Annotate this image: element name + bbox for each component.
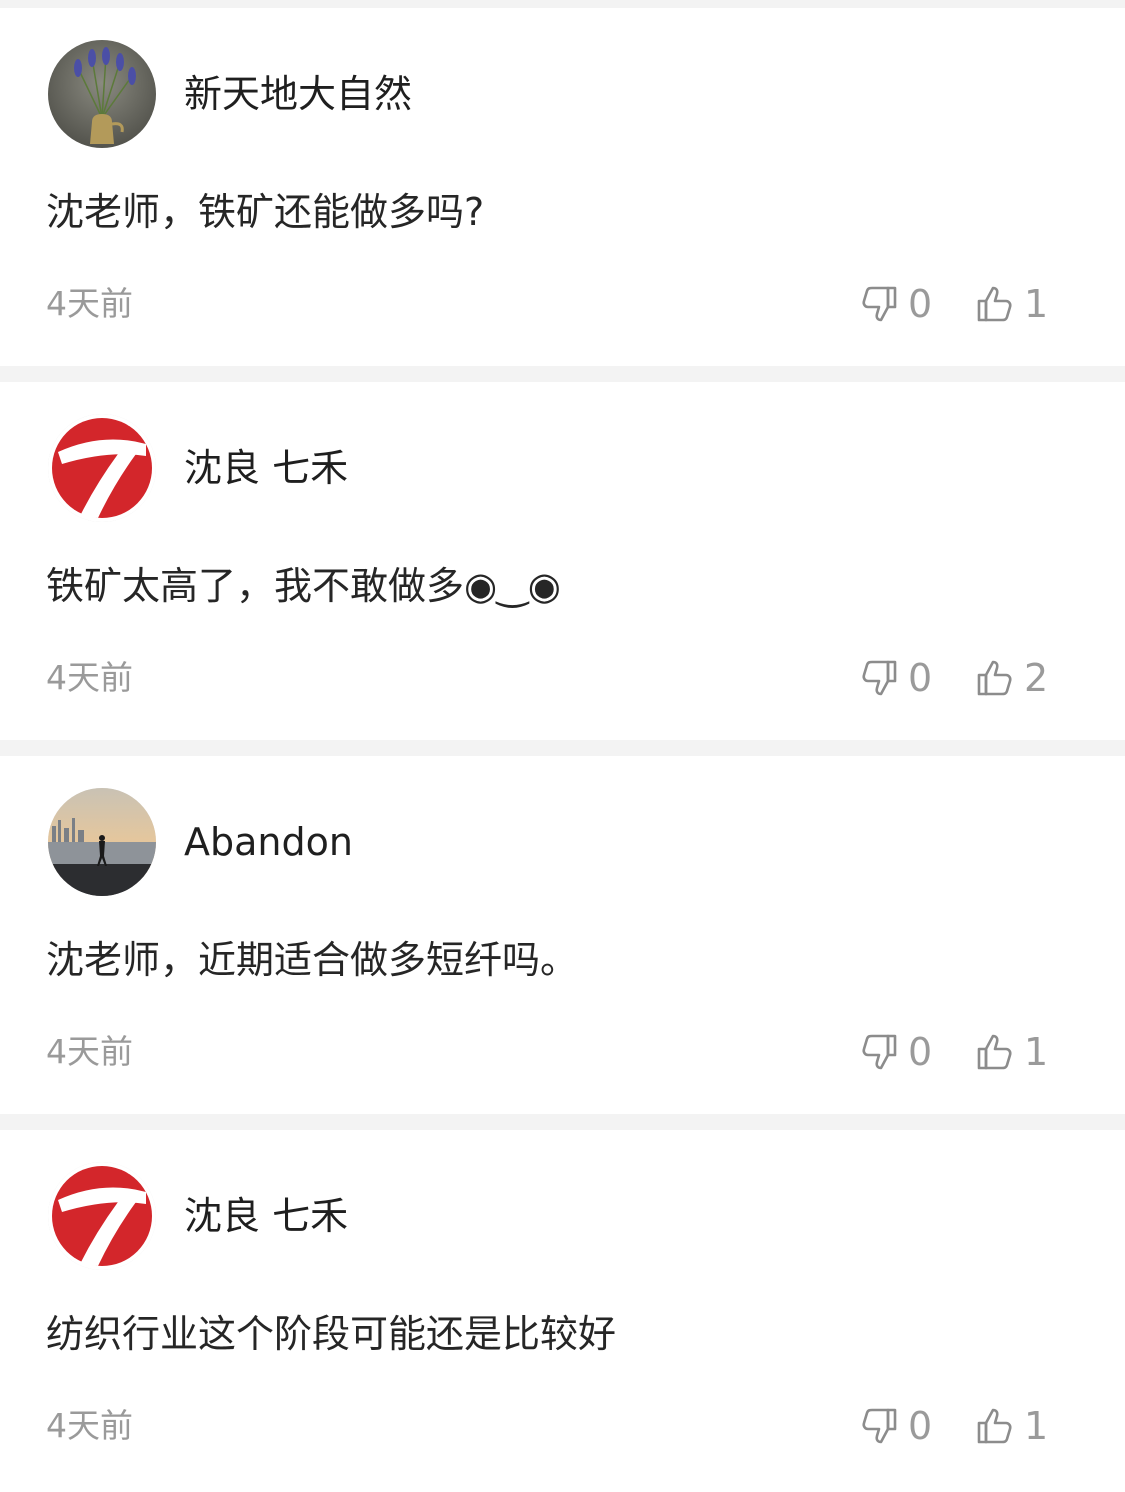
thumbs-up-icon: [974, 657, 1016, 699]
username[interactable]: Abandon: [184, 818, 353, 866]
username[interactable]: 新天地大自然: [184, 70, 412, 118]
comment-text: 沈老师，近期适合做多短纤吗。: [46, 938, 579, 982]
dislike-count: 0: [908, 1404, 933, 1448]
username[interactable]: 沈良 七禾: [184, 444, 348, 492]
avatar[interactable]: [48, 788, 156, 896]
thumbs-up-icon: [974, 1405, 1016, 1447]
avatar[interactable]: [48, 40, 156, 148]
username[interactable]: 沈良 七禾: [184, 1192, 348, 1240]
comment-card: Abandon 沈老师，近期适合做多短纤吗。 4天前 0 1: [0, 756, 1125, 1114]
like-count: 1: [1024, 1404, 1049, 1448]
sunset-silhouette-avatar: [48, 788, 156, 896]
avatar[interactable]: [48, 414, 156, 522]
thumbs-up-icon: [974, 283, 1016, 325]
comment-card: 新天地大自然 沈老师，铁矿还能做多吗? 4天前 0 1: [0, 8, 1125, 366]
like-count: 1: [1024, 282, 1049, 326]
dislike-button[interactable]: 0: [858, 1028, 932, 1076]
like-button[interactable]: 1: [974, 1402, 1048, 1450]
thumbs-down-icon: [858, 657, 900, 699]
dislike-button[interactable]: 0: [858, 1402, 932, 1450]
timestamp: 4天前: [46, 1032, 133, 1071]
timestamp: 4天前: [46, 658, 133, 697]
comment-text: 铁矿太高了，我不敢做多◉‿◉: [46, 564, 561, 608]
timestamp: 4天前: [46, 284, 133, 323]
red-seven-logo-avatar: [48, 414, 156, 522]
like-button[interactable]: 1: [974, 280, 1048, 328]
dislike-count: 0: [908, 656, 933, 700]
like-button[interactable]: 2: [974, 654, 1048, 702]
comment-list: 新天地大自然 沈老师，铁矿还能做多吗? 4天前 0 1 沈良 七禾 铁矿太高了，…: [0, 0, 1125, 1492]
comment-text: 沈老师，铁矿还能做多吗?: [46, 190, 485, 234]
comment-card: 沈良 七禾 铁矿太高了，我不敢做多◉‿◉ 4天前 0 2: [0, 382, 1125, 740]
dislike-button[interactable]: 0: [858, 654, 932, 702]
thumbs-down-icon: [858, 1031, 900, 1073]
dislike-count: 0: [908, 1030, 933, 1074]
like-button[interactable]: 1: [974, 1028, 1048, 1076]
like-count: 1: [1024, 1030, 1049, 1074]
thumbs-up-icon: [974, 1031, 1016, 1073]
comment-text: 纺织行业这个阶段可能还是比较好: [46, 1312, 617, 1356]
timestamp: 4天前: [46, 1406, 133, 1445]
dislike-button[interactable]: 0: [858, 280, 932, 328]
vase-flowers-avatar: [48, 40, 156, 148]
thumbs-down-icon: [858, 1405, 900, 1447]
red-seven-logo-avatar: [48, 1162, 156, 1270]
dislike-count: 0: [908, 282, 933, 326]
avatar[interactable]: [48, 1162, 156, 1270]
like-count: 2: [1024, 656, 1049, 700]
thumbs-down-icon: [858, 283, 900, 325]
comment-card: 沈良 七禾 纺织行业这个阶段可能还是比较好 4天前 0 1: [0, 1130, 1125, 1492]
